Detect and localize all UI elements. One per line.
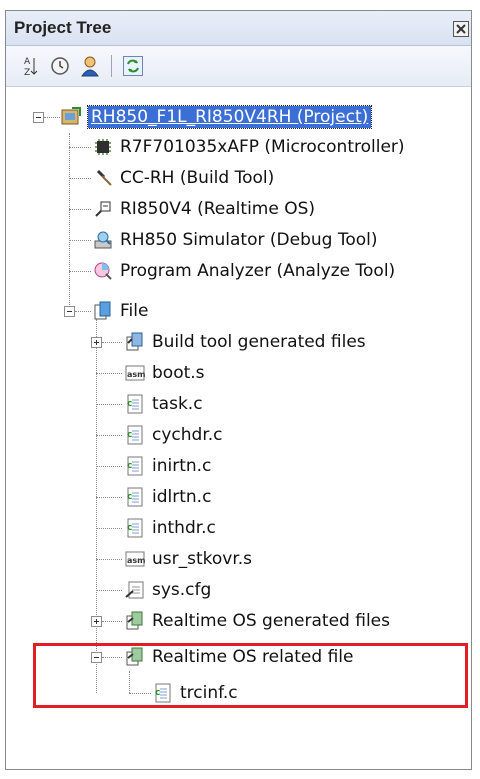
svg-text:c: c [127,430,132,440]
asm-file-icon: asm [124,548,146,570]
tree-item-realtime-os[interactable]: RI850V4 (Realtime OS) [92,195,315,223]
inirtn-label: inirtn.c [152,456,212,476]
panel-title: Project Tree [14,18,112,37]
tree-item-inirtn[interactable]: c inirtn.c [124,452,211,480]
svg-text:c: c [127,461,132,471]
c-file-icon: c [124,424,146,446]
microcontroller-icon [92,136,114,158]
tree-item-cychdr[interactable]: c cychdr.c [124,421,223,449]
realtime-os-label: RI850V4 (Realtime OS) [120,199,316,219]
svg-text:Z: Z [24,68,30,78]
debug-tool-icon [92,229,114,251]
cychdr-label: cychdr.c [152,425,223,445]
tree-connector [96,319,97,693]
toolbar-separator [111,55,112,77]
collapse-toggle[interactable] [33,112,44,123]
cfg-file-icon [124,579,146,601]
svg-text:c: c [127,399,132,409]
svg-text:asm: asm [127,556,146,565]
sort-az-icon[interactable]: AZ [18,54,42,78]
tree-item-file[interactable]: File [92,297,148,325]
microcontroller-label: R7F701035xAFP (Microcontroller) [120,137,405,157]
tree-item-inthdr[interactable]: c inthdr.c [124,514,216,542]
highlight-box [33,643,468,708]
tree-item-debug-tool[interactable]: RH850 Simulator (Debug Tool) [92,226,378,254]
tree-item-build-tool[interactable]: CC-RH (Build Tool) [92,164,274,192]
build-tool-label: CC-RH (Build Tool) [120,168,275,188]
c-file-icon: c [124,393,146,415]
c-file-icon: c [124,455,146,477]
folder-icon [92,300,114,322]
usr-stkovr-label: usr_stkovr.s [152,549,253,569]
expand-toggle[interactable] [91,616,102,627]
tree-item-project[interactable]: RH850_F1L_RI850V4RH (Project) [60,103,373,131]
expand-toggle[interactable] [91,337,102,348]
os-generated-folder-icon [124,610,146,632]
file-label: File [120,301,149,321]
svg-text:asm: asm [127,370,146,379]
inthdr-label: inthdr.c [152,518,216,538]
tree-item-usr-stkovr[interactable]: asm usr_stkovr.s [124,545,252,573]
asm-file-icon: asm [124,362,146,384]
analyze-tool-label: Program Analyzer (Analyze Tool) [120,261,396,281]
tree-connector [69,133,70,311]
project-label: RH850_F1L_RI850V4RH (Project) [86,105,373,129]
task-label: task.c [152,394,203,414]
c-file-icon: c [124,486,146,508]
panel-toolbar: AZ [6,46,471,87]
tree-item-task[interactable]: c task.c [124,390,203,418]
os-generated-label: Realtime OS generated files [152,611,390,631]
project-icon [60,106,82,128]
tree-item-microcontroller[interactable]: R7F701035xAFP (Microcontroller) [92,133,405,161]
c-file-icon: c [124,517,146,539]
sys-cfg-label: sys.cfg [152,580,212,600]
analyze-tool-icon [92,260,114,282]
hammer-icon [92,167,114,189]
svg-text:c: c [127,492,132,502]
realtime-os-icon [92,198,114,220]
tree-item-idlrtn[interactable]: c idlrtn.c [124,483,211,511]
tree-item-boot[interactable]: asm boot.s [124,359,205,387]
build-generated-label: Build tool generated files [152,332,366,352]
svg-text:c: c [127,523,132,533]
idlrtn-label: idlrtn.c [152,487,212,507]
tree-item-build-generated[interactable]: Build tool generated files [124,328,366,356]
tree-item-os-generated[interactable]: Realtime OS generated files [124,607,390,635]
debug-tool-label: RH850 Simulator (Debug Tool) [120,230,378,250]
svg-text:A: A [24,57,31,67]
panel-titlebar: Project Tree [6,11,471,46]
refresh-icon[interactable] [121,54,145,78]
user-icon[interactable] [78,54,102,78]
collapse-toggle[interactable] [64,306,75,317]
generated-folder-icon [124,331,146,353]
history-icon[interactable] [48,54,72,78]
tree-item-analyze-tool[interactable]: Program Analyzer (Analyze Tool) [92,257,395,285]
close-icon[interactable] [453,21,469,37]
tree-item-sys-cfg[interactable]: sys.cfg [124,576,211,604]
boot-label: boot.s [152,363,205,383]
